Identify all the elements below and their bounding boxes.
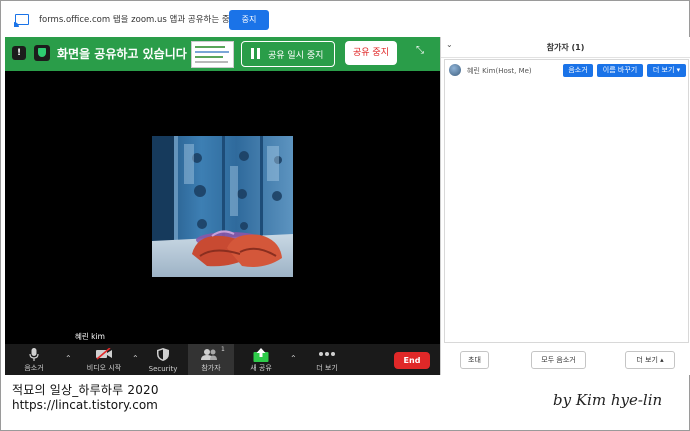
audio-options-chevron-icon[interactable]: ⌃ — [65, 354, 72, 363]
shared-photo — [152, 136, 293, 277]
participants-icon — [201, 349, 217, 360]
meeting-toolbar: 음소거 ⌃ 비디오 시작 ⌃ Security 1 참가자 새 공유 ⌃ 더 보… — [5, 344, 440, 375]
participant-more-button[interactable]: 더 보기 ▾ — [647, 64, 686, 77]
stop-sharing-button[interactable]: 중지 — [229, 10, 269, 30]
security-button[interactable]: Security — [142, 344, 184, 375]
avatar — [449, 64, 461, 76]
more-icon — [319, 352, 335, 356]
panel-more-button[interactable]: 더 보기 ▴ — [625, 351, 675, 369]
participants-panel: ⌄ 참가자 (1) 혜린 Kim(Host, Me) 음소거 이름 바꾸기 더 … — [440, 37, 690, 375]
participant-name-label: 혜린 kim — [75, 332, 105, 341]
encryption-shield-icon[interactable] — [34, 45, 50, 61]
rename-button[interactable]: 이름 바꾸기 — [597, 64, 643, 77]
new-share-label: 새 공유 — [250, 364, 272, 372]
video-off-icon — [96, 348, 112, 360]
tab-sharing-notification: forms.office.com 탭을 zoom.us 앱과 공유하는 중 중지 — [1, 1, 689, 37]
collapse-icon[interactable]: ⤡ — [416, 46, 426, 56]
participants-button[interactable]: 1 참가자 — [188, 344, 234, 375]
participant-name: 혜린 Kim(Host, Me) — [467, 67, 532, 75]
shared-screen-thumbnail — [191, 41, 234, 68]
participant-row[interactable]: 혜린 Kim(Host, Me) 음소거 이름 바꾸기 더 보기 ▾ — [445, 60, 688, 80]
invite-button[interactable]: 초대 — [460, 351, 489, 369]
participants-label: 참가자 — [201, 364, 221, 372]
participants-panel-title: 참가자 (1) — [546, 43, 585, 52]
security-label: Security — [148, 365, 178, 373]
share-options-chevron-icon[interactable]: ⌃ — [290, 354, 297, 363]
stop-share-button[interactable]: 공유 중지 — [345, 41, 397, 65]
video-options-chevron-icon[interactable]: ⌃ — [132, 354, 139, 363]
mute-button[interactable]: 음소거 — [9, 344, 59, 375]
participants-list: 혜린 Kim(Host, Me) 음소거 이름 바꾸기 더 보기 ▾ — [444, 59, 689, 343]
security-shield-icon — [157, 348, 169, 361]
cast-icon — [14, 14, 29, 27]
pause-share-button[interactable]: 공유 일시 중지 — [241, 41, 335, 67]
end-meeting-button[interactable]: End — [394, 352, 430, 369]
start-video-button[interactable]: 비디오 시작 — [78, 344, 130, 375]
new-share-icon — [253, 348, 269, 362]
blog-caption-url: https://lincat.tistory.com — [12, 398, 158, 412]
mute-all-button[interactable]: 모두 음소거 — [531, 351, 586, 369]
mute-label: 음소거 — [24, 364, 44, 372]
participant-count: 1 — [221, 346, 225, 353]
start-video-label: 비디오 시작 — [86, 364, 122, 372]
pause-icon — [251, 48, 260, 59]
info-icon[interactable]: ! — [12, 46, 26, 60]
author-signature: by Kim hye-lin — [553, 391, 663, 409]
screen-share-bar: ! 화면을 공유하고 있습니다 공유 일시 중지 공유 중지 ⤡ — [5, 37, 440, 71]
sharing-status-text: 화면을 공유하고 있습니다 — [57, 47, 187, 61]
more-label: 더 보기 — [316, 364, 338, 372]
participants-panel-header: ⌄ 참가자 (1) — [441, 37, 690, 58]
more-button[interactable]: 더 보기 — [307, 344, 347, 375]
mic-icon — [29, 348, 39, 361]
participant-mute-button[interactable]: 음소거 — [563, 64, 593, 77]
pause-share-label: 공유 일시 중지 — [268, 51, 324, 61]
new-share-button[interactable]: 새 공유 — [241, 344, 281, 375]
meeting-window: ! 화면을 공유하고 있습니다 공유 일시 중지 공유 중지 ⤡ 혜린 kim … — [5, 37, 440, 375]
blog-caption-title: 적묘의 일상_하루하루 2020 — [12, 383, 159, 397]
sharing-message: forms.office.com 탭을 zoom.us 앱과 공유하는 중 — [39, 15, 230, 25]
